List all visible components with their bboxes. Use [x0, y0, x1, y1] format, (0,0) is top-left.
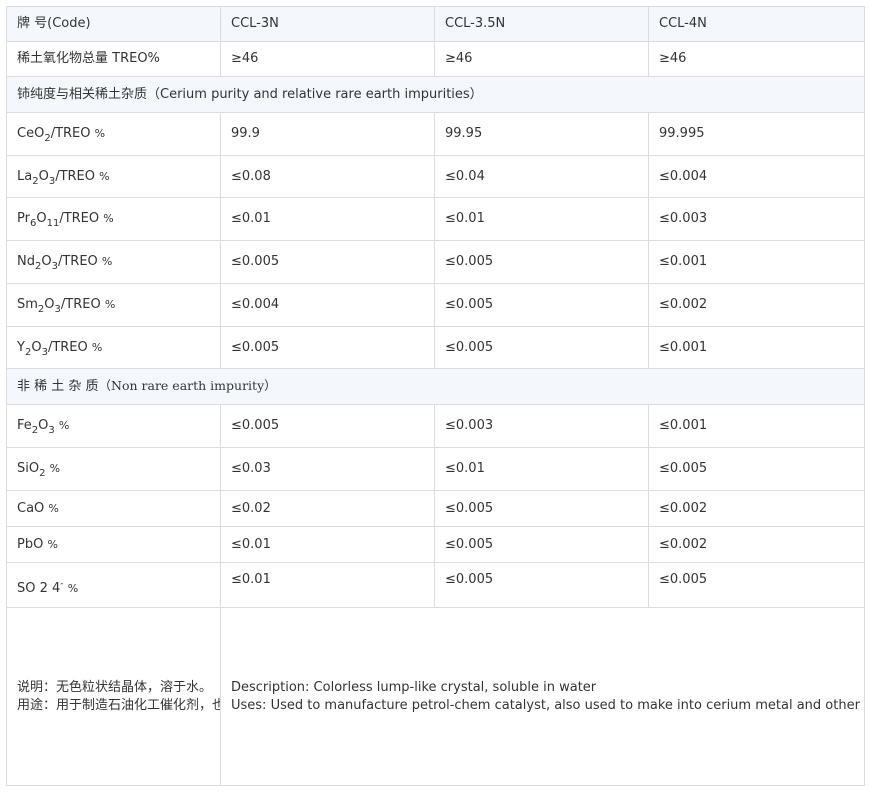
usage-en: Uses: Used to manufacture petrol-chem ca…	[231, 697, 864, 713]
value-cell: ≤0.005	[220, 326, 435, 369]
value-cell: ≤0.01	[434, 197, 649, 241]
spec-table: 牌 号(Code) CCL-3N CCL-3.5N CCL-4N 稀土氧化物总量…	[6, 6, 865, 786]
formula-text: CeO2/TREO %	[17, 126, 106, 144]
formula-cell: Nd2O3/TREO %	[6, 240, 221, 284]
formula-cell: Fe2O3 %	[6, 404, 221, 448]
table-row: PbO % ≤0.01 ≤0.005 ≤0.002	[6, 526, 865, 563]
value-cell: ≤0.001	[648, 326, 865, 369]
header-row: 牌 号(Code) CCL-3N CCL-3.5N CCL-4N	[6, 6, 865, 42]
table-row: Pr6O11/TREO % ≤0.01 ≤0.01 ≤0.003	[6, 197, 865, 241]
value-cell: ≤0.01	[220, 562, 435, 608]
value-cell: ≤0.003	[648, 197, 865, 241]
value-cell: ≤0.001	[648, 404, 865, 448]
value-cell: 99.95	[434, 112, 649, 156]
treo-row: 稀土氧化物总量 TREO% ≥46 ≥46 ≥46	[6, 41, 865, 77]
formula-text: Sm2O3/TREO %	[17, 297, 116, 315]
formula-text: CaO %	[17, 500, 59, 516]
section-row-rare-earth: 铈纯度与相关稀土杂质（Cerium purity and relative ra…	[6, 76, 865, 113]
description-en: Description: Colorless lump-like crystal…	[231, 679, 597, 695]
value-cell: ≤0.004	[220, 283, 435, 327]
value-cell: ≤0.01	[220, 197, 435, 241]
value-cell: ≤0.003	[434, 404, 649, 448]
treo-value: ≥46	[220, 41, 435, 77]
formula-text: Y2O3/TREO %	[17, 339, 103, 358]
value-cell: 99.9	[220, 112, 435, 156]
value-cell: 99.995	[648, 112, 865, 156]
value-cell: ≤0.03	[220, 447, 435, 491]
treo-value: ≥46	[434, 41, 649, 77]
value-cell: ≤0.002	[648, 526, 865, 563]
table-row: Sm2O3/TREO % ≤0.004 ≤0.005 ≤0.002	[6, 283, 865, 327]
value-cell: ≤0.005	[220, 404, 435, 448]
value-cell: ≤0.005	[434, 562, 649, 608]
table-row: Nd2O3/TREO % ≤0.005 ≤0.005 ≤0.001	[6, 240, 865, 284]
formula-text: SiO2 %	[17, 461, 61, 479]
section-title-cn: 非 稀 土 杂 质	[17, 379, 99, 394]
section-title-rare-earth: 铈纯度与相关稀土杂质（Cerium purity and relative ra…	[6, 76, 865, 113]
table-row: Y2O3/TREO % ≤0.005 ≤0.005 ≤0.001	[6, 326, 865, 369]
notes-cn-cell: 说明：无色粒状结晶体，溶于水。 用途：用于制造石油化工催化剂，也可用来制造金属铈…	[6, 607, 221, 786]
formula-cell: PbO %	[6, 526, 221, 563]
value-cell: ≤0.005	[434, 240, 649, 284]
table-row: La2O3/TREO % ≤0.08 ≤0.04 ≤0.004	[6, 155, 865, 198]
value-cell: ≤0.01	[434, 447, 649, 491]
formula-cell: Pr6O11/TREO %	[6, 197, 221, 241]
usage-cn: 用途：用于制造石油化工催化剂，也可用来制造金属铈和铈的其它化合物。	[17, 697, 221, 713]
table-row: CaO % ≤0.02 ≤0.005 ≤0.002	[6, 490, 865, 527]
formula-text: Fe2O3 %	[17, 418, 70, 436]
formula-cell: Sm2O3/TREO %	[6, 283, 221, 327]
formula-text: Pr6O11/TREO %	[17, 211, 114, 229]
value-cell: ≤0.005	[434, 490, 649, 527]
value-cell: ≤0.08	[220, 155, 435, 198]
formula-cell: CaO %	[6, 490, 221, 527]
formula-text: PbO %	[17, 536, 58, 552]
treo-label: 稀土氧化物总量 TREO%	[6, 41, 221, 77]
value-cell: ≤0.004	[648, 155, 865, 198]
section-row-non-rare-earth: 非 稀 土 杂 质（Non rare earth impurity）	[6, 368, 865, 405]
table-row: CeO2/TREO % 99.9 99.95 99.995	[6, 112, 865, 156]
formula-cell: SiO2 %	[6, 447, 221, 491]
value-cell: ≤0.005	[648, 447, 865, 491]
formula-cell: La2O3/TREO %	[6, 155, 221, 198]
formula-text: Nd2O3/TREO %	[17, 254, 113, 272]
value-cell: ≤0.01	[220, 526, 435, 563]
grade-header: CCL-4N	[648, 6, 865, 42]
value-cell: ≤0.005	[434, 283, 649, 327]
description-cn: 说明：无色粒状结晶体，溶于水。	[17, 679, 213, 695]
table-row: SiO2 % ≤0.03 ≤0.01 ≤0.005	[6, 447, 865, 491]
section-title-non-rare-earth: 非 稀 土 杂 质（Non rare earth impurity）	[6, 368, 865, 405]
notes-row: 说明：无色粒状结晶体，溶于水。 用途：用于制造石油化工催化剂，也可用来制造金属铈…	[6, 607, 865, 786]
table-row: Fe2O3 % ≤0.005 ≤0.003 ≤0.001	[6, 404, 865, 448]
formula-text: La2O3/TREO %	[17, 168, 110, 187]
code-label: 牌 号(Code)	[6, 6, 221, 42]
formula-cell: SO 2 4- %	[6, 562, 221, 608]
treo-value: ≥46	[648, 41, 865, 77]
value-cell: ≤0.002	[648, 490, 865, 527]
table-row: SO 2 4- % ≤0.01 ≤0.005 ≤0.005	[6, 562, 865, 608]
value-cell: ≤0.005	[648, 562, 865, 608]
value-cell: ≤0.02	[220, 490, 435, 527]
value-cell: ≤0.005	[220, 240, 435, 284]
formula-cell: CeO2/TREO %	[6, 112, 221, 156]
grade-header: CCL-3.5N	[434, 6, 649, 42]
section-title-en: （Non rare earth impurity）	[98, 378, 277, 393]
notes-en-cell: Description: Colorless lump-like crystal…	[220, 607, 865, 786]
value-cell: ≤0.005	[434, 326, 649, 369]
value-cell: ≤0.005	[434, 526, 649, 563]
value-cell: ≤0.001	[648, 240, 865, 284]
grade-header: CCL-3N	[220, 6, 435, 42]
formula-text: SO 2 4- %	[17, 579, 79, 597]
value-cell: ≤0.002	[648, 283, 865, 327]
value-cell: ≤0.04	[434, 155, 649, 198]
formula-cell: Y2O3/TREO %	[6, 326, 221, 369]
